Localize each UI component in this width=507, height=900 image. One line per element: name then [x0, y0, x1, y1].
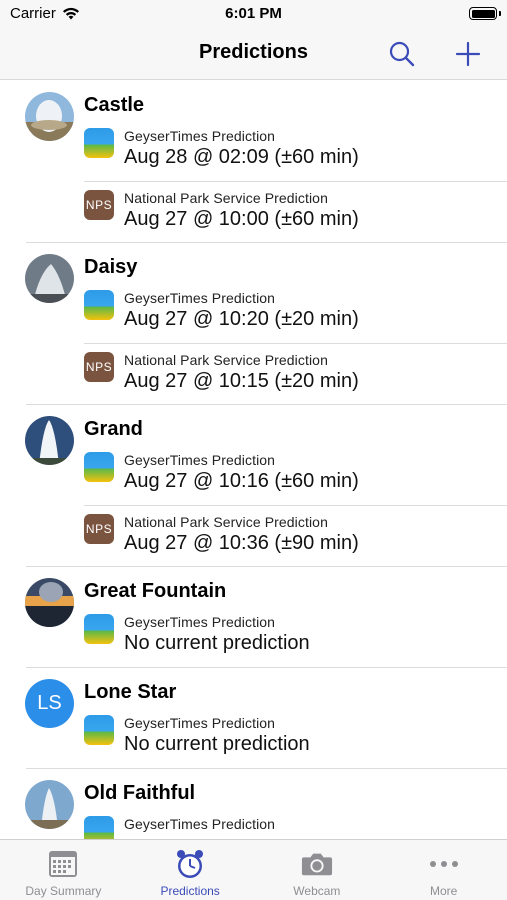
- alarm-clock-icon: [174, 848, 206, 880]
- add-button[interactable]: [452, 38, 484, 70]
- geyser-avatar-daisy: [25, 254, 74, 303]
- prediction-source: National Park Service Prediction: [124, 514, 328, 530]
- plus-icon: [455, 41, 481, 67]
- prediction-row[interactable]: GeyserTimes Prediction No current predic…: [84, 707, 507, 768]
- geyser-name: Grand: [84, 418, 143, 440]
- calendar-icon: [47, 848, 79, 880]
- geysertimes-icon: [84, 452, 114, 482]
- tab-bar: Day Summary Predictions Webcam More: [0, 839, 507, 900]
- prediction-value: No current prediction: [124, 632, 310, 654]
- geyser-row-great-fountain[interactable]: Great Fountain GeyserTimes Prediction No…: [0, 567, 507, 667]
- status-time: 6:01 PM: [225, 5, 282, 22]
- geyser-row-castle[interactable]: Castle GeyserTimes Prediction Aug 28 @ 0…: [0, 81, 507, 242]
- prediction-source: National Park Service Prediction: [124, 352, 328, 368]
- geyser-avatar-grand: [25, 416, 74, 465]
- geyser-name: Old Faithful: [84, 782, 196, 804]
- prediction-source: GeyserTimes Prediction: [124, 452, 276, 468]
- page-title: Predictions: [199, 41, 308, 63]
- prediction-source: GeyserTimes Prediction: [124, 816, 276, 832]
- prediction-source: GeyserTimes Prediction: [124, 290, 276, 306]
- prediction-row[interactable]: GeyserTimes Prediction Aug 27 @ 10:20 (±…: [84, 282, 507, 343]
- prediction-value: Aug 27 @ 10:15 (±20 min): [124, 370, 359, 392]
- prediction-value: Aug 28 @ 02:09 (±60 min): [124, 146, 359, 168]
- battery-cap: [499, 11, 501, 16]
- search-icon: [389, 41, 415, 67]
- prediction-row[interactable]: GeyserTimes Prediction Aug 27 @ 10:16 (±…: [84, 444, 507, 505]
- nps-icon: NPS: [84, 352, 114, 382]
- prediction-source: GeyserTimes Prediction: [124, 614, 276, 630]
- prediction-source: National Park Service Prediction: [124, 190, 328, 206]
- tab-predictions[interactable]: Predictions: [127, 840, 254, 900]
- geyser-row-daisy[interactable]: Daisy GeyserTimes Prediction Aug 27 @ 10…: [0, 243, 507, 404]
- prediction-row[interactable]: GeyserTimes Prediction No current predic…: [84, 606, 507, 667]
- geyser-name: Great Fountain: [84, 580, 227, 602]
- geysertimes-icon: [84, 128, 114, 158]
- geysertimes-icon: [84, 816, 114, 839]
- nps-icon: NPS: [84, 514, 114, 544]
- more-icon: [428, 848, 460, 880]
- geyser-avatar-great-fountain: [25, 578, 74, 627]
- geyser-name: Castle: [84, 94, 145, 116]
- prediction-row[interactable]: NPS National Park Service Prediction Aug…: [84, 505, 507, 566]
- geysertimes-icon: [84, 614, 114, 644]
- geyser-row-grand[interactable]: Grand GeyserTimes Prediction Aug 27 @ 10…: [0, 405, 507, 566]
- prediction-value: Aug 27 @ 10:16 (±60 min): [124, 470, 359, 492]
- tab-more[interactable]: More: [380, 840, 507, 900]
- prediction-row[interactable]: GeyserTimes Prediction: [84, 808, 507, 839]
- tab-label: Webcam: [293, 884, 341, 898]
- status-bar: Carrier 6:01 PM: [0, 0, 507, 28]
- tab-label: More: [429, 884, 458, 898]
- prediction-value: Aug 27 @ 10:20 (±20 min): [124, 308, 359, 330]
- geyser-name: Lone Star: [84, 681, 177, 703]
- prediction-value: Aug 27 @ 10:00 (±60 min): [124, 208, 359, 230]
- tab-label: Predictions: [160, 884, 220, 898]
- geyser-avatar-lone-star: LS: [25, 679, 74, 728]
- navigation-bar: Predictions: [0, 28, 507, 80]
- geyser-name: Daisy: [84, 256, 138, 278]
- prediction-value: Aug 27 @ 10:36 (±90 min): [124, 532, 359, 554]
- geysertimes-icon: [84, 715, 114, 745]
- prediction-row[interactable]: NPS National Park Service Prediction Aug…: [84, 343, 507, 404]
- tab-day-summary[interactable]: Day Summary: [0, 840, 127, 900]
- geyser-row-lone-star[interactable]: LS Lone Star GeyserTimes Prediction No c…: [0, 668, 507, 768]
- geysertimes-icon: [84, 290, 114, 320]
- search-button[interactable]: [386, 38, 418, 70]
- battery-icon: [469, 7, 497, 20]
- camera-icon: [301, 848, 333, 880]
- geyser-row-old-faithful[interactable]: Old Faithful GeyserTimes Prediction: [0, 769, 507, 839]
- prediction-source: GeyserTimes Prediction: [124, 715, 276, 731]
- geyser-avatar-castle: [25, 92, 74, 141]
- predictions-list[interactable]: Castle GeyserTimes Prediction Aug 28 @ 0…: [0, 81, 507, 839]
- tab-webcam[interactable]: Webcam: [254, 840, 381, 900]
- prediction-row[interactable]: NPS National Park Service Prediction Aug…: [84, 181, 507, 242]
- geyser-avatar-old-faithful: [25, 780, 74, 829]
- tab-label: Day Summary: [25, 884, 102, 898]
- prediction-row[interactable]: GeyserTimes Prediction Aug 28 @ 02:09 (±…: [84, 120, 507, 181]
- nps-icon: NPS: [84, 190, 114, 220]
- prediction-source: GeyserTimes Prediction: [124, 128, 276, 144]
- prediction-value: No current prediction: [124, 733, 310, 755]
